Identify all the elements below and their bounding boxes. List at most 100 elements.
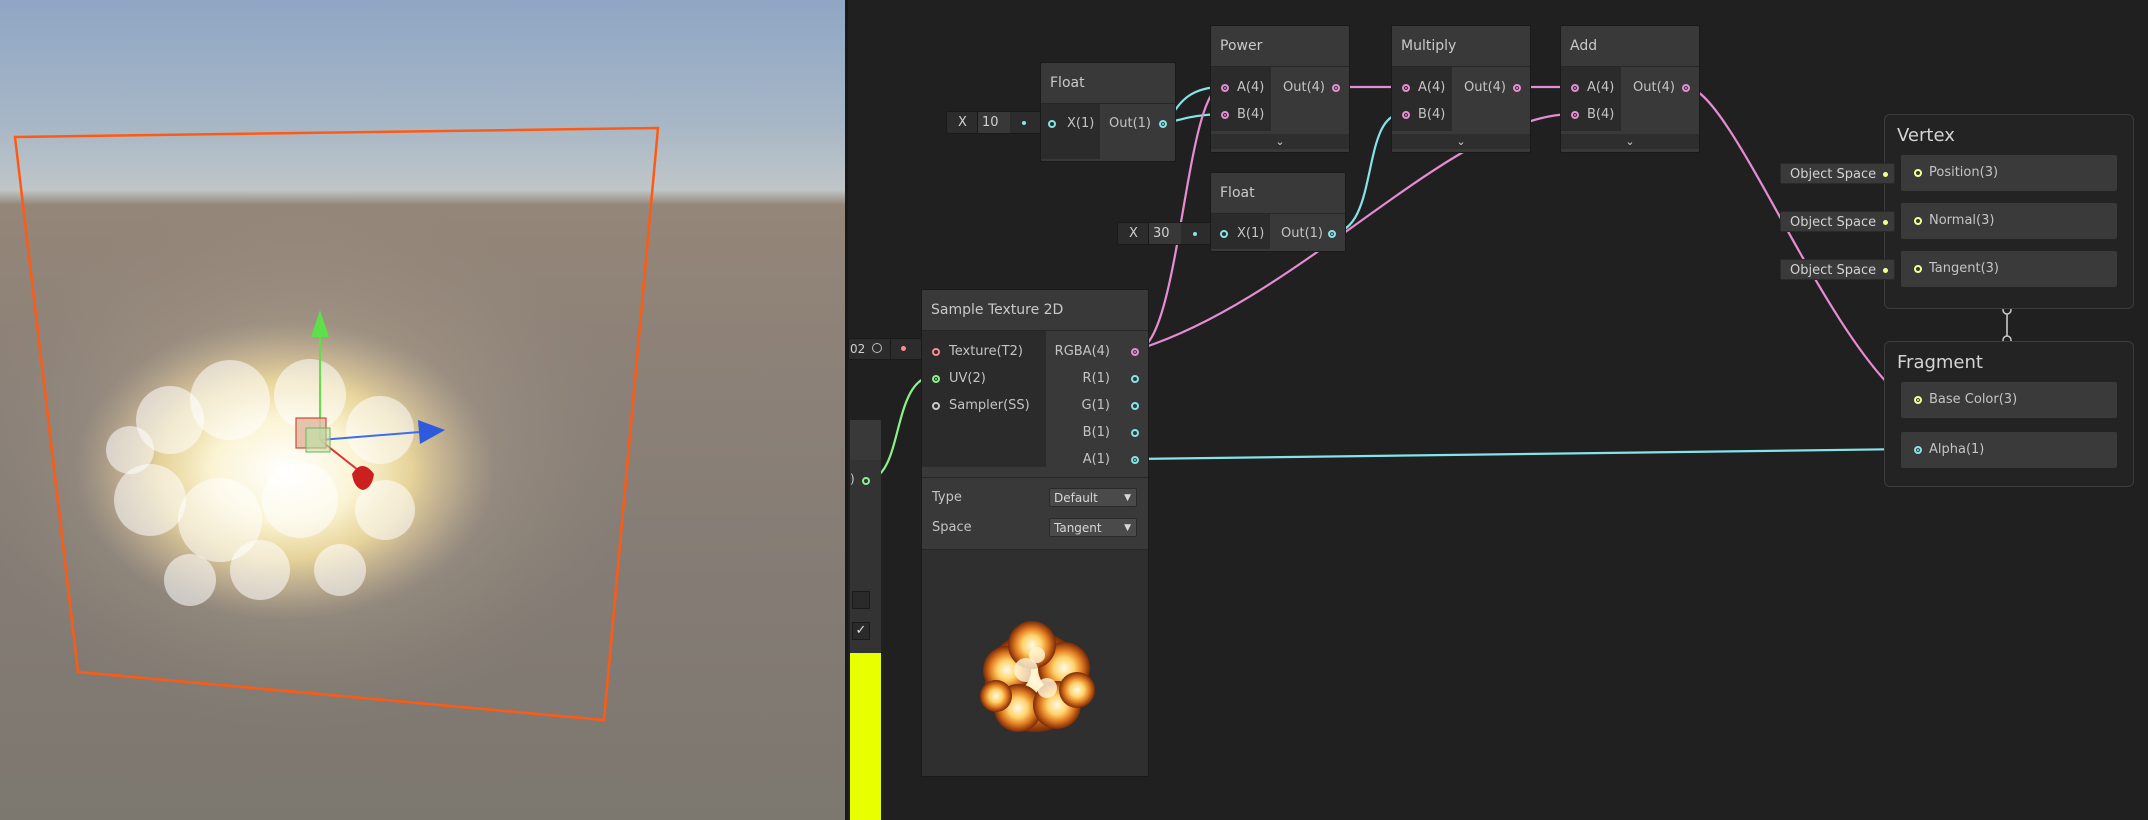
texture-field-text: 02 (850, 342, 866, 356)
uv-inline-port[interactable] (862, 477, 870, 485)
add-output-label: Out(4) (1633, 80, 1675, 95)
g-output-label: G(1) (1081, 398, 1111, 413)
explosion-preview-image (980, 621, 1095, 732)
add-title: Add (1561, 26, 1699, 67)
clipped-checkbox[interactable] (852, 591, 870, 609)
power-input-b-port[interactable] (1221, 111, 1229, 119)
sample-texture-node[interactable]: Sample Texture 2D Texture(T2) UV(2) Samp… (921, 289, 1149, 777)
target-icon[interactable] (872, 343, 882, 353)
chevron-down-icon[interactable]: ⌄ (1561, 134, 1699, 149)
checkmark-icon[interactable]: ✓ (852, 622, 870, 640)
normal-space-field[interactable]: Object Space (1780, 211, 1895, 232)
multiply-node[interactable]: Multiply A(4) B(4) Out(4) ⌄ (1391, 25, 1531, 153)
fragment-block[interactable]: Fragment Base Color(3) Alpha(1) (1884, 341, 2134, 487)
sampler-input-port[interactable] (932, 402, 940, 410)
r-output-label: R(1) (1082, 371, 1110, 386)
add-input-b-port[interactable] (1571, 111, 1579, 119)
fragment-slot-base-color[interactable]: Base Color(3) (1901, 382, 2117, 418)
float-a-field[interactable]: X 10 (946, 111, 1044, 134)
float-a-field-label: X (958, 115, 967, 130)
rgba-output-label: RGBA(4) (1054, 344, 1110, 359)
multiply-input-a-port[interactable] (1402, 84, 1410, 92)
space-dropdown[interactable]: Tangent ▼ (1049, 518, 1137, 537)
float-b-field-label: X (1129, 226, 1138, 241)
position-space-label: Object Space (1790, 167, 1877, 182)
fragment-slot-alpha-label: Alpha(1) (1929, 442, 1985, 457)
chevron-down-icon[interactable]: ⌄ (1211, 134, 1349, 149)
clipped-node-header (850, 420, 881, 460)
uv-input-label: UV(2) (949, 371, 986, 386)
vertex-slot-position-label: Position(3) (1929, 165, 1999, 180)
power-node[interactable]: Power A(4) B(4) Out(4) ⌄ (1210, 25, 1350, 153)
float-b-output-label: Out(1) (1281, 226, 1323, 241)
a-output-label: A(1) (1082, 452, 1110, 467)
texture-field[interactable]: 02 (848, 338, 926, 360)
float-node-a[interactable]: Float X(1) Out(1) (1040, 62, 1176, 162)
multiply-input-b-label: B(4) (1418, 107, 1446, 122)
power-output-port[interactable] (1332, 84, 1340, 92)
vertex-slot-tangent[interactable]: Tangent(3) (1901, 251, 2117, 287)
float-b-field[interactable]: X 30 (1117, 222, 1215, 245)
g-output-port[interactable] (1131, 402, 1139, 410)
add-input-a-label: A(4) (1587, 80, 1615, 95)
power-input-a-label: A(4) (1237, 80, 1265, 95)
scene-canvas[interactable] (0, 0, 845, 820)
texture-input-port[interactable] (932, 348, 940, 356)
float-b-input-label: X(1) (1237, 226, 1265, 241)
vertex-slot-normal[interactable]: Normal(3) (1901, 203, 2117, 239)
add-output-port[interactable] (1682, 84, 1690, 92)
vertex-block[interactable]: Vertex Position(3) Normal(3) Tangent(3) (1884, 114, 2134, 309)
float-b-title: Float (1211, 173, 1345, 214)
float-b-value[interactable]: 30 (1149, 223, 1181, 244)
scene-view[interactable] (0, 0, 845, 820)
add-input-b-label: B(4) (1587, 107, 1615, 122)
float-a-value[interactable]: 10 (978, 112, 1010, 133)
multiply-output-label: Out(4) (1464, 80, 1506, 95)
sampler-input-label: Sampler(SS) (949, 398, 1030, 413)
dropdown-arrow-icon: ▼ (1124, 523, 1131, 533)
multiply-output-port[interactable] (1513, 84, 1521, 92)
type-label: Type (932, 490, 962, 505)
uv-input-port[interactable] (932, 375, 940, 383)
chevron-down-icon[interactable]: ⌄ (1392, 134, 1530, 149)
b-output-label: B(1) (1082, 425, 1110, 440)
fragment-title: Fragment (1897, 352, 1983, 373)
r-output-port[interactable] (1131, 375, 1139, 383)
sample-texture-title: Sample Texture 2D (922, 290, 1148, 331)
power-output-label: Out(4) (1283, 80, 1325, 95)
texture-preview (922, 550, 1148, 776)
uv-field-text: ) (850, 472, 855, 486)
float-a-input-port[interactable] (1048, 120, 1056, 128)
add-node[interactable]: Add A(4) B(4) Out(4) ⌄ (1560, 25, 1700, 153)
add-input-a-port[interactable] (1571, 84, 1579, 92)
b-output-port[interactable] (1131, 429, 1139, 437)
multiply-input-b-port[interactable] (1402, 111, 1410, 119)
float-b-output-port[interactable] (1328, 230, 1336, 238)
vertex-slot-position[interactable]: Position(3) (1901, 155, 2117, 191)
space-dropdown-value: Tangent (1054, 521, 1102, 535)
space-label: Space (932, 520, 972, 535)
vertex-title: Vertex (1897, 125, 1955, 146)
float-a-input-label: X(1) (1067, 116, 1095, 131)
fragment-slot-alpha[interactable]: Alpha(1) (1901, 432, 2117, 468)
multiply-title: Multiply (1392, 26, 1530, 67)
multiply-input-a-label: A(4) (1418, 80, 1446, 95)
rgba-output-port[interactable] (1131, 348, 1139, 356)
a-output-port[interactable] (1131, 456, 1139, 464)
power-input-a-port[interactable] (1221, 84, 1229, 92)
fragment-slot-base-color-label: Base Color(3) (1929, 392, 2018, 407)
tangent-space-field[interactable]: Object Space (1780, 259, 1895, 280)
vertex-slot-tangent-label: Tangent(3) (1929, 261, 1999, 276)
float-node-b[interactable]: Float X(1) Out(1) (1210, 172, 1346, 252)
float-a-output-port[interactable] (1159, 120, 1167, 128)
position-space-field[interactable]: Object Space (1780, 163, 1895, 184)
power-title: Power (1211, 26, 1349, 67)
sidebar-color-swatch (850, 653, 881, 820)
type-dropdown[interactable]: Default ▼ (1049, 488, 1137, 507)
float-a-output-label: Out(1) (1109, 116, 1151, 131)
power-input-b-label: B(4) (1237, 107, 1265, 122)
dropdown-arrow-icon: ▼ (1124, 493, 1131, 503)
vertex-slot-normal-label: Normal(3) (1929, 213, 1995, 228)
tangent-space-label: Object Space (1790, 263, 1877, 278)
float-b-input-port[interactable] (1220, 230, 1228, 238)
